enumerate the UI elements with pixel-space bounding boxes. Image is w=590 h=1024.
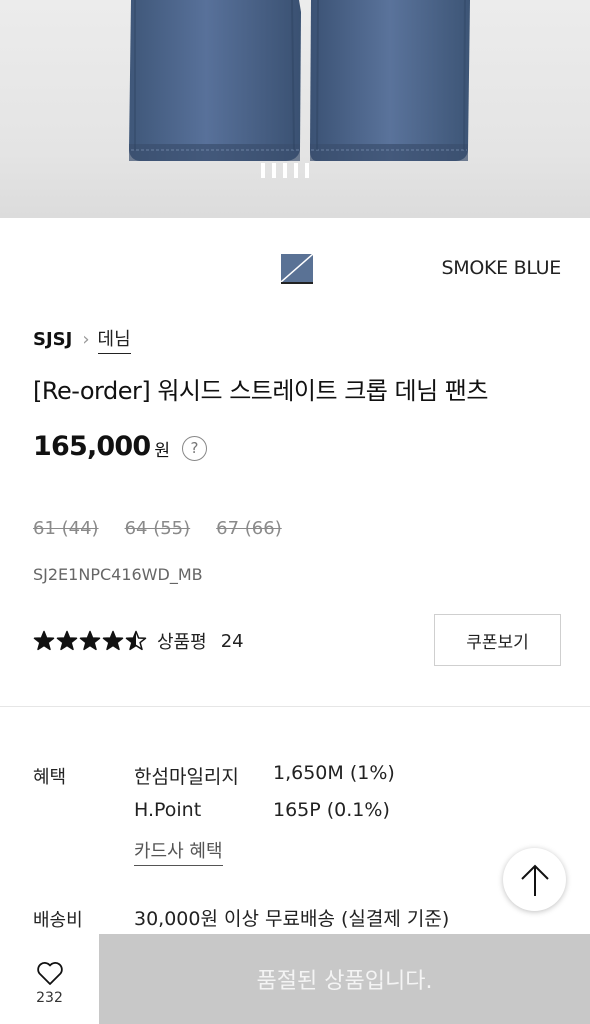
size-option-soldout[interactable]: 61 (44) [33,518,99,539]
benefit-name-mileage: 한섬마일리지 [134,766,239,788]
question-circle-icon[interactable]: ? [182,435,208,461]
star-icon [79,630,101,651]
denim-swatch-icon [280,253,314,283]
star-icon [125,630,147,651]
brand-link[interactable]: SJSJ [33,329,72,350]
wishlist-button[interactable]: 232 [0,934,99,1024]
coupon-button[interactable]: 쿠폰보기 [434,614,561,666]
price-value: 165,000 [33,431,151,462]
benefit-value-mileage: 1,650M (1%) [273,762,395,784]
heart-icon [36,962,63,985]
category-link[interactable]: 데님 [97,325,131,354]
review-count: 24 [220,630,244,652]
size-options: 61 (44) 64 (55) 67 (66) [33,518,282,539]
carousel-dot[interactable] [272,163,276,178]
carousel-dot[interactable] [294,163,298,178]
scroll-top-button[interactable] [503,848,566,911]
card-benefits-link[interactable]: 카드사 혜택 [134,837,223,866]
star-icon [56,630,78,651]
rating-row[interactable]: 상품평 24 [33,628,244,654]
soldout-button[interactable]: 품절된 상품입니다. [99,934,590,1024]
size-option-soldout[interactable]: 67 (66) [216,518,282,539]
carousel-dot[interactable] [283,163,287,178]
product-code: SJ2E1NPC416WD_MB [33,565,203,584]
star-icon [102,630,124,651]
benefits-label: 혜택 [33,767,67,788]
color-swatch-selected[interactable] [280,253,314,284]
size-option-soldout[interactable]: 64 (55) [125,518,191,539]
shipping-text: 30,000원 이상 무료배송 (실결제 기준) [134,908,450,930]
benefit-name-hpoint: H.Point [134,799,202,821]
section-divider [0,706,590,707]
benefit-value-hpoint: 165P (0.1%) [273,799,390,821]
color-name: SMOKE BLUE [441,257,562,279]
carousel-dot[interactable] [305,163,309,178]
price-row: 165,000 원 ? [33,431,208,462]
bottom-action-bar: 232 품절된 상품입니다. [0,934,590,1024]
review-label: 상품평 [157,632,207,653]
breadcrumb: SJSJ › 데님 [33,325,131,354]
arrow-up-icon [520,864,549,896]
shipping-label: 배송비 [33,910,83,931]
star-rating [33,630,147,652]
price-unit: 원 [154,441,171,461]
carousel-indicator[interactable] [261,163,309,178]
wishlist-count: 232 [36,990,63,1006]
star-icon [33,630,55,651]
carousel-dot[interactable] [261,163,265,178]
chevron-right-icon: › [82,329,90,350]
product-photo-jeans [129,0,470,161]
product-title: [Re-order] 워시드 스트레이트 크롭 데님 팬츠 [33,377,488,405]
product-image-carousel[interactable] [0,0,590,218]
